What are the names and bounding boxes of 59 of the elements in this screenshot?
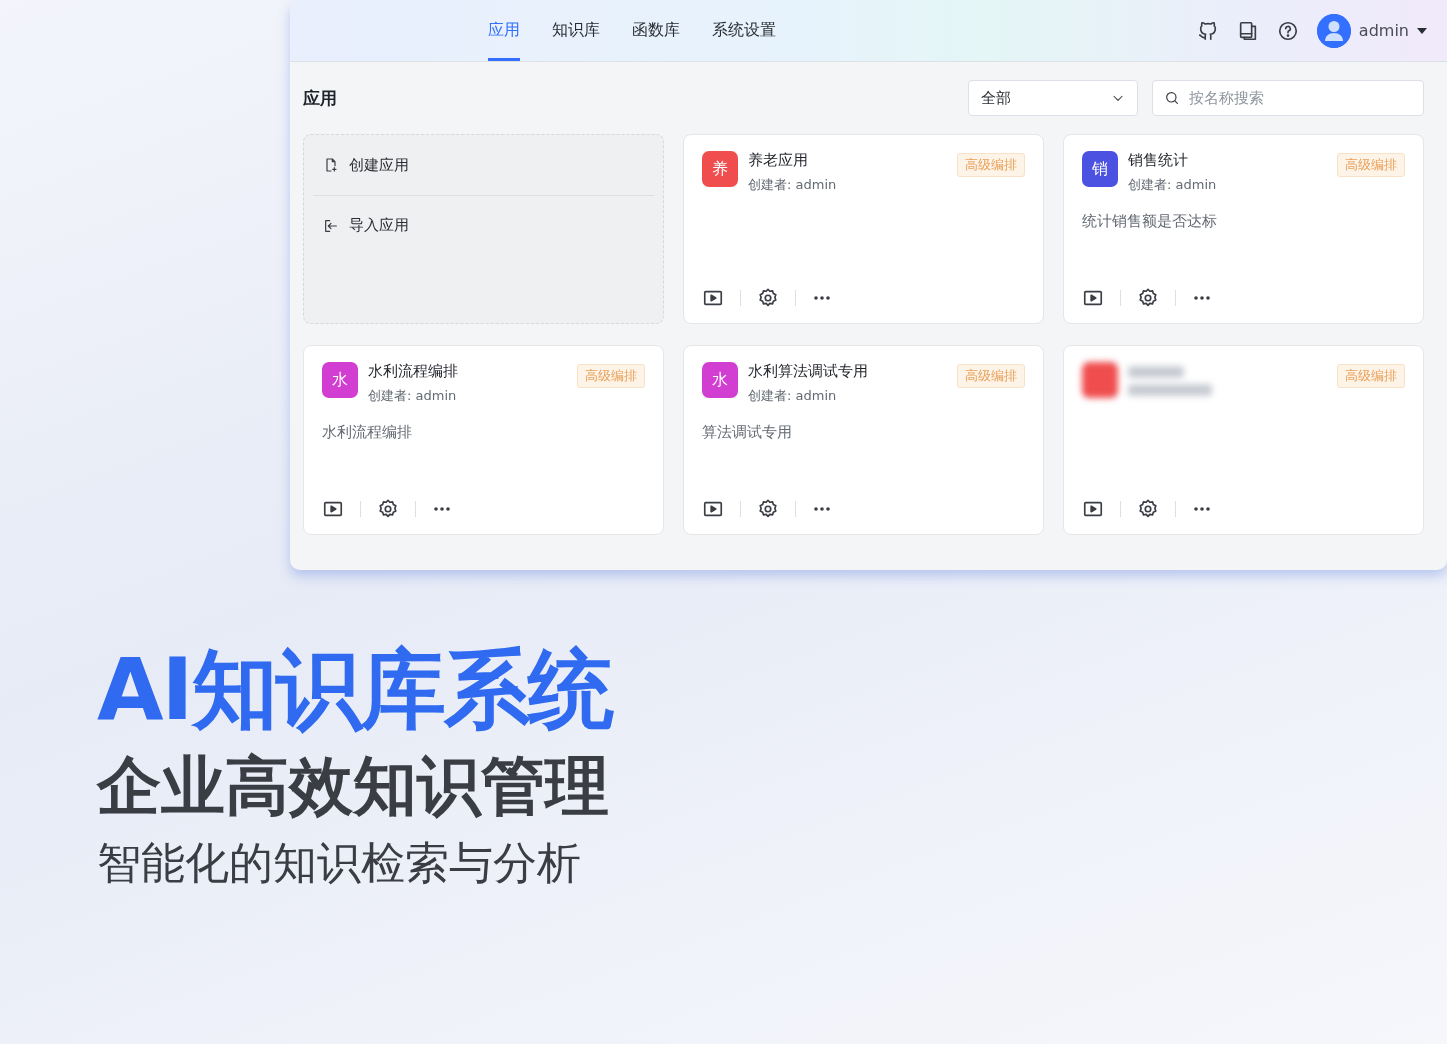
headline-tagline: 智能化的知识检索与分析 (97, 839, 582, 888)
blurred-text (1128, 366, 1184, 378)
headline-subtitle: 企业高效知识管理 (97, 750, 610, 821)
headline-title: AI知识库系统 (97, 642, 614, 737)
creator-label: 创建者: admin (748, 387, 838, 405)
page-title: 应用 (303, 86, 337, 110)
caret-icon (1417, 27, 1427, 34)
more-icon (814, 507, 830, 511)
avatar-icon (1316, 13, 1351, 48)
app-description: 算法调试专用 (702, 423, 793, 442)
app-card[interactable]: 养 养老应用 创建者: admin 高级编排 (683, 134, 1044, 324)
creator-label: 创建者: admin (368, 387, 458, 405)
filter-dropdown[interactable]: 全部 (968, 80, 1138, 116)
type-tag: 高级编排 (957, 153, 1025, 177)
nav-tab[interactable]: 应用 (488, 0, 520, 61)
app-description: 水利流程编排 (322, 423, 413, 442)
help-icon (1276, 19, 1299, 42)
app-icon: 水 (702, 362, 738, 398)
settings-icon (1137, 498, 1159, 520)
type-tag: 高级编排 (1337, 153, 1405, 177)
settings-button[interactable] (1137, 498, 1159, 520)
app-name: 养老应用 (748, 151, 809, 170)
settings-icon (757, 287, 779, 309)
more-icon (434, 507, 450, 511)
app-name: 水利算法调试专用 (748, 362, 868, 381)
settings-button[interactable] (1137, 287, 1159, 309)
action-link[interactable]: 创建应用 (313, 135, 654, 195)
app-description: 统计销售额是否达标 (1082, 212, 1218, 231)
app-icon: 水 (322, 362, 358, 398)
github-icon (1196, 19, 1219, 42)
creator-label: 创建者: admin (748, 176, 837, 194)
settings-icon (377, 498, 399, 520)
settings-button[interactable] (377, 498, 399, 520)
creator-label: 创建者: admin (1128, 176, 1217, 194)
app-card[interactable]: 水 水利流程编排 创建者: admin 高级编排 水利流程编排 (303, 345, 664, 535)
type-tag: 高级编排 (957, 364, 1025, 388)
more-icon (814, 296, 830, 300)
app-card[interactable]: 水 水利算法调试专用 创建者: admin 高级编排 算法调试专用 (683, 345, 1044, 535)
more-icon (1194, 507, 1210, 511)
nav-tab[interactable]: 函数库 (632, 0, 680, 61)
app-icon: 销 (1082, 151, 1118, 187)
import-icon (323, 217, 339, 234)
user-menu[interactable]: admin (1316, 13, 1427, 48)
app-icon: 养 (702, 151, 738, 187)
app-card[interactable]: 销 销售统计 创建者: admin 高级编排 统计销售额是否达标 (1063, 134, 1424, 324)
nav-tab[interactable]: 系统设置 (712, 0, 776, 61)
settings-button[interactable] (757, 498, 779, 520)
file-plus-icon (323, 157, 339, 173)
type-tag: 高级编排 (1337, 364, 1405, 388)
app-name: 水利流程编排 (368, 362, 458, 381)
app-name: 销售统计 (1128, 151, 1189, 170)
more-icon (1194, 296, 1210, 300)
action-link[interactable]: 导入应用 (313, 195, 654, 255)
nav-tab[interactable]: 知识库 (552, 0, 600, 61)
settings-button[interactable] (757, 287, 779, 309)
search-field[interactable]: 按名称搜索 (1152, 80, 1424, 116)
type-tag: 高级编排 (577, 364, 645, 388)
settings-icon (1137, 287, 1159, 309)
settings-icon (757, 498, 779, 520)
